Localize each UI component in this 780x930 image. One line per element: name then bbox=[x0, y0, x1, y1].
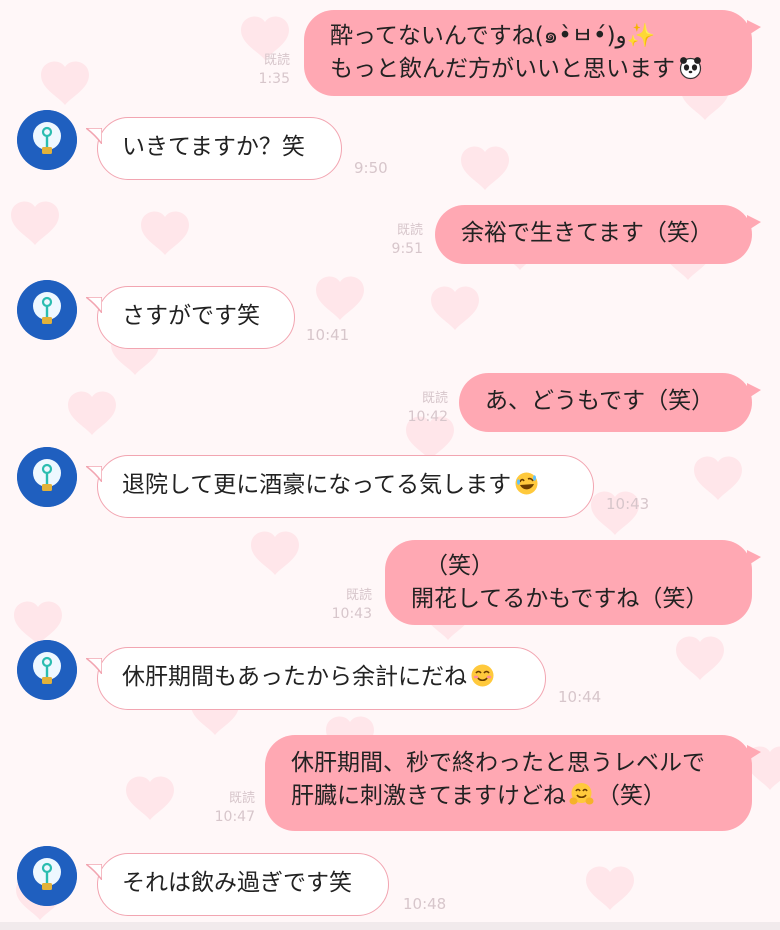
message-text: 肝臓に刺激きてますけどね bbox=[291, 783, 566, 809]
bubble-tail bbox=[86, 128, 102, 144]
message-bubble[interactable]: いきてますか？笑 bbox=[86, 117, 342, 180]
message-time: 10:41 bbox=[306, 326, 350, 344]
message-meta: 既読 10:42 bbox=[400, 390, 448, 426]
message-text: いきてますか？笑 bbox=[122, 134, 305, 160]
lightbulb-icon bbox=[17, 640, 77, 700]
bubble-tail bbox=[86, 297, 102, 313]
bubble-tail bbox=[86, 864, 102, 880]
contact-avatar[interactable] bbox=[17, 640, 77, 700]
lightbulb-icon bbox=[17, 447, 77, 507]
message-text: あ、どうもです（笑） bbox=[485, 388, 715, 414]
message-text: 退院して更に酒豪になってる気します bbox=[122, 472, 512, 498]
contact-avatar[interactable] bbox=[17, 846, 77, 906]
message-text: もっと飲んだ方がいいと思います bbox=[330, 56, 675, 82]
message-time: 10:48 bbox=[403, 895, 447, 913]
smiling-blush-emoji-icon bbox=[469, 662, 496, 689]
message-meta: 既読 10:43 bbox=[322, 587, 372, 623]
message-bubble[interactable]: さすがです笑 bbox=[86, 286, 295, 349]
read-label: 既読 bbox=[396, 223, 423, 238]
read-label: 既読 bbox=[345, 588, 372, 603]
message-line: もっと飲んだ方がいいと思います bbox=[330, 53, 726, 86]
message-text: それは飲み過ぎです笑 bbox=[122, 870, 352, 896]
message-line: 休肝期間、秒で終わったと思うレベルで bbox=[291, 750, 705, 776]
message-line: （笑） bbox=[425, 553, 494, 579]
message-bubble[interactable]: （笑） 開花してるかもですね（笑） bbox=[385, 540, 761, 625]
lightbulb-icon bbox=[17, 280, 77, 340]
message-bubble[interactable]: あ、どうもです（笑） bbox=[459, 373, 761, 432]
message-bubble[interactable]: 休肝期間、秒で終わったと思うレベルで 肝臓に刺激きてますけどね （笑） bbox=[265, 735, 761, 831]
message-meta: 既読 9:51 bbox=[378, 222, 423, 258]
message-time: 9:51 bbox=[391, 241, 423, 257]
lightbulb-icon bbox=[17, 110, 77, 170]
message-line: 肝臓に刺激きてますけどね （笑） bbox=[291, 780, 726, 813]
chat-window[interactable]: 既読 1:35 酔ってないんですね(๑•̀ㅂ•́)و✨ もっと飲んだ方がいいと思… bbox=[0, 0, 780, 930]
message-time: 10:43 bbox=[331, 606, 372, 622]
message-text: さすがです笑 bbox=[122, 303, 260, 329]
message-bubble[interactable]: 休肝期間もあったから余計にだね bbox=[86, 647, 546, 710]
read-label: 既読 bbox=[263, 53, 290, 68]
message-bubble[interactable]: 余裕で生きてます（笑） bbox=[435, 205, 761, 264]
panda-emoji-icon bbox=[677, 54, 704, 81]
message-time: 10:43 bbox=[606, 495, 650, 513]
bottom-bar bbox=[0, 922, 780, 930]
bubble-tail bbox=[86, 658, 102, 674]
message-bubble[interactable]: 退院して更に酒豪になってる気します bbox=[86, 455, 594, 518]
message-bubble[interactable]: それは飲み過ぎです笑 bbox=[86, 853, 389, 916]
read-label: 既読 bbox=[421, 391, 448, 406]
hugging-face-emoji-icon bbox=[568, 781, 595, 808]
message-meta: 既読 10:47 bbox=[205, 790, 255, 826]
message-meta: 既読 1:35 bbox=[245, 52, 290, 88]
message-text: （笑） bbox=[596, 783, 666, 809]
message-text: 休肝期間もあったから余計にだね bbox=[122, 664, 467, 690]
message-text: 余裕で生きてます（笑） bbox=[461, 220, 713, 246]
message-time: 10:42 bbox=[407, 409, 448, 425]
bubble-tail bbox=[86, 466, 102, 482]
lightbulb-icon bbox=[17, 846, 77, 906]
rolling-laughing-emoji-icon bbox=[513, 470, 540, 497]
message-line: 退院して更に酒豪になってる気します bbox=[122, 469, 569, 502]
contact-avatar[interactable] bbox=[17, 280, 77, 340]
message-time: 9:50 bbox=[354, 159, 388, 177]
message-time: 1:35 bbox=[258, 71, 290, 87]
message-line: 休肝期間もあったから余計にだね bbox=[122, 661, 521, 694]
message-line: 開花してるかもですね（笑） bbox=[411, 586, 709, 612]
message-time: 10:47 bbox=[214, 809, 255, 825]
contact-avatar[interactable] bbox=[17, 447, 77, 507]
read-label: 既読 bbox=[228, 791, 255, 806]
message-bubble[interactable]: 酔ってないんですね(๑•̀ㅂ•́)و✨ もっと飲んだ方がいいと思います bbox=[304, 10, 761, 96]
contact-avatar[interactable] bbox=[17, 110, 77, 170]
message-time: 10:44 bbox=[558, 688, 602, 706]
message-line: 酔ってないんですね(๑•̀ㅂ•́)و✨ bbox=[330, 23, 656, 49]
